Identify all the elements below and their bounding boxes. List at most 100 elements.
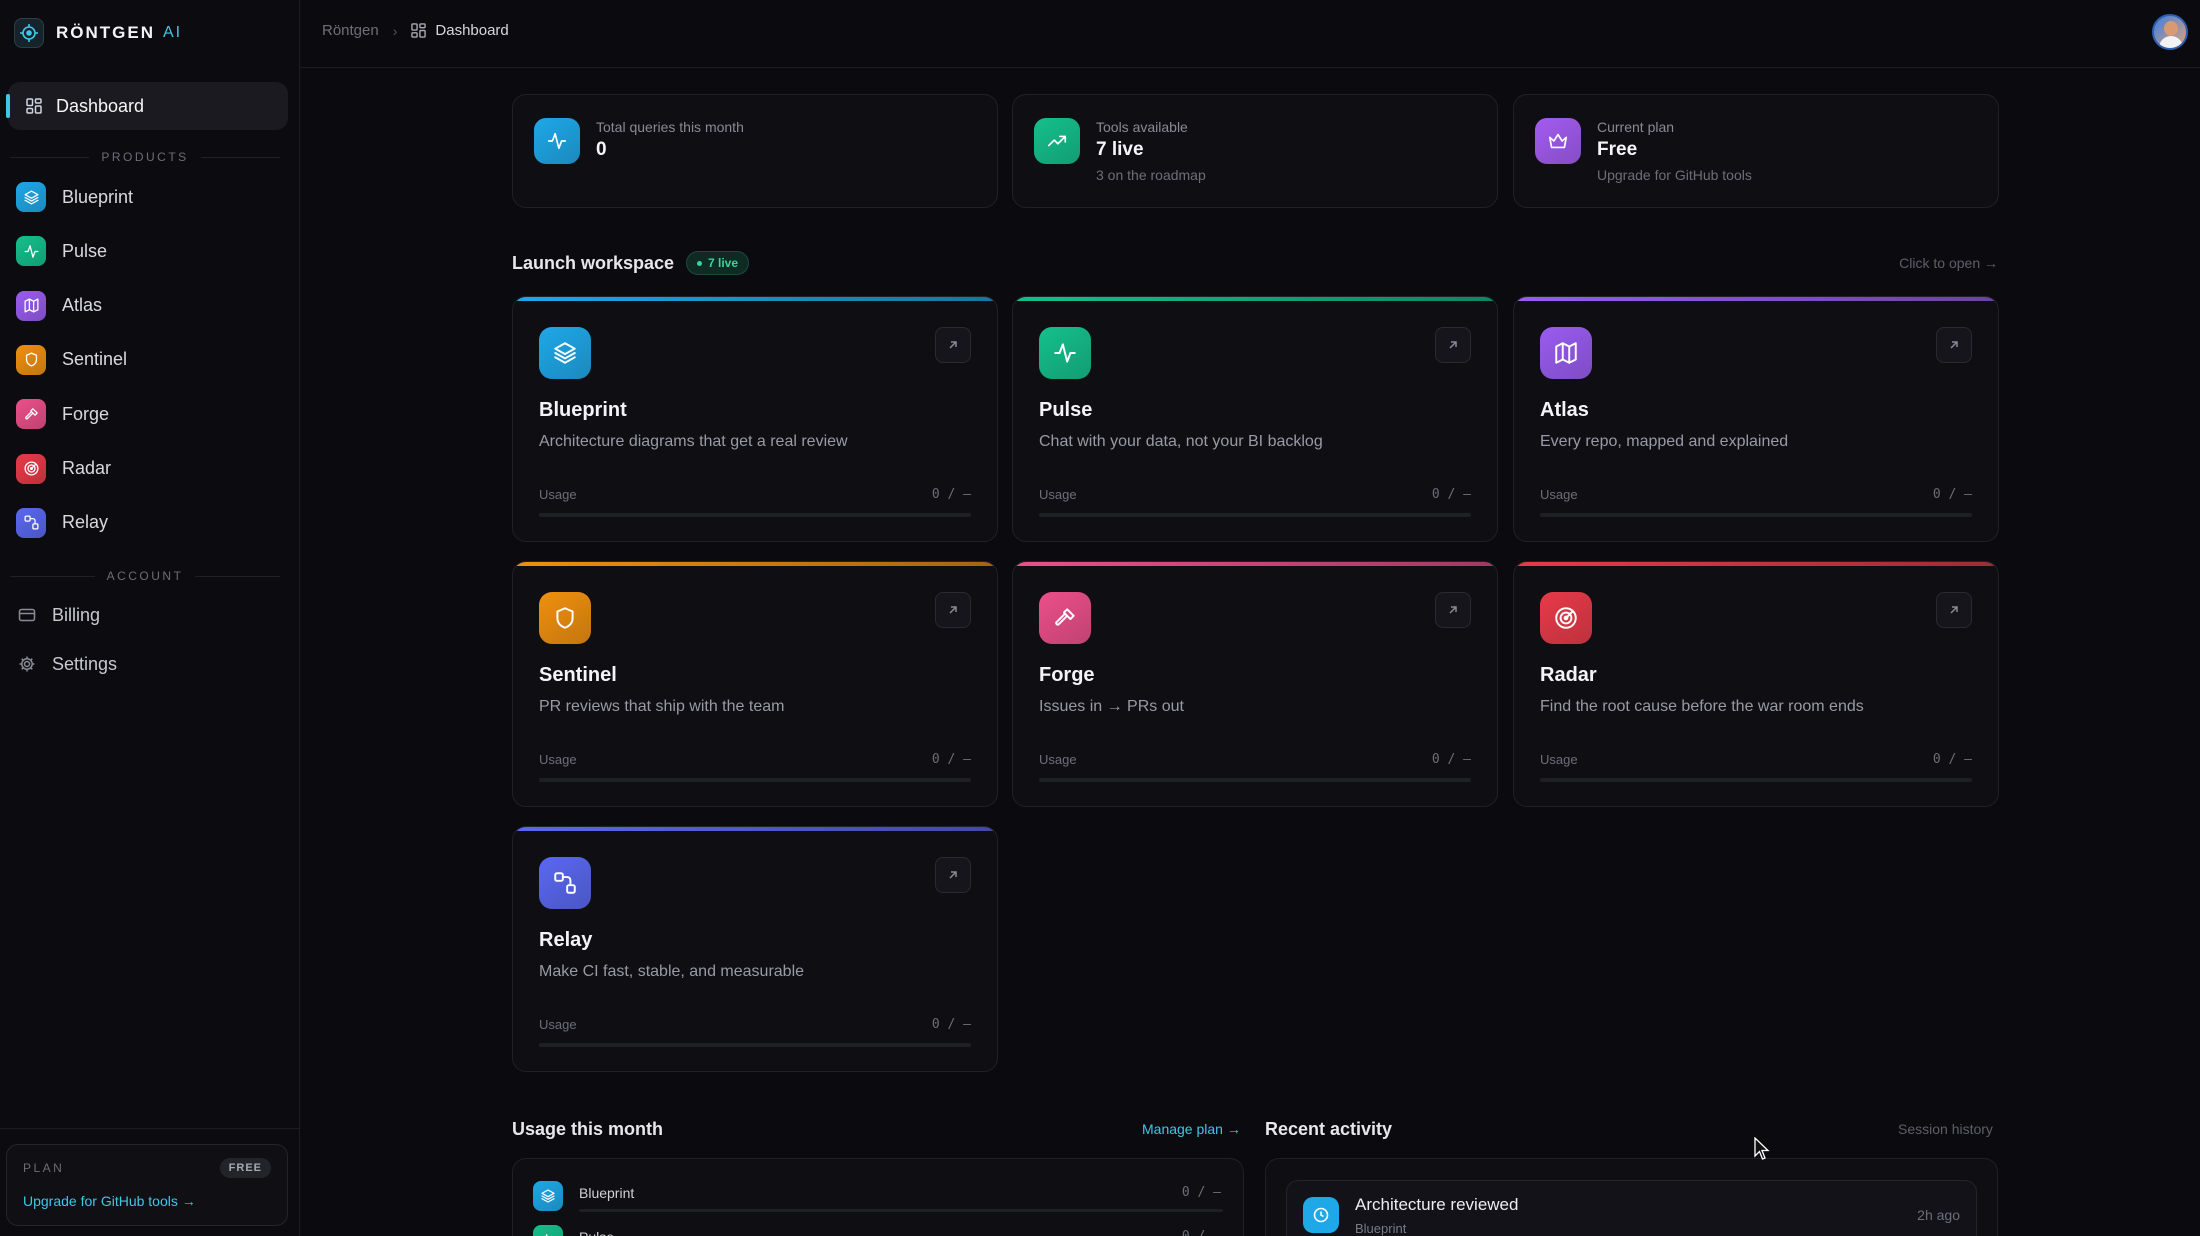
- usage-bar: [1039, 778, 1471, 782]
- live-badge: 7 live: [686, 251, 750, 275]
- activity-title: Architecture reviewed: [1355, 1195, 1519, 1214]
- open-external-button[interactable]: [1435, 327, 1471, 363]
- section-label: ACCOUNT: [106, 569, 184, 583]
- arrow-up-right-icon: [1446, 338, 1460, 352]
- tool-card-blueprint[interactable]: Blueprint Architecture diagrams that get …: [512, 296, 998, 542]
- products-heading: PRODUCTS: [10, 150, 280, 164]
- usage-month-title: Usage this month: [512, 1119, 664, 1139]
- session-history-link[interactable]: Session history: [1898, 1121, 1993, 1137]
- stat-label: Total queries this month: [596, 119, 744, 135]
- avatar[interactable]: [2152, 14, 2188, 50]
- open-external-button[interactable]: [1936, 592, 1972, 628]
- tool-description: Issues in → PRs out: [1039, 698, 1184, 715]
- stat-card: Current plan Free Upgrade for GitHub tools: [1513, 94, 1999, 208]
- usage-row-bar: [579, 1209, 1223, 1212]
- sidebar-item-pulse[interactable]: Pulse: [16, 231, 107, 271]
- crown-icon: [1535, 118, 1581, 164]
- card-accent: [1013, 297, 1497, 301]
- arrow-up-right-icon: [946, 603, 960, 617]
- sidebar-item-dashboard[interactable]: Dashboard: [6, 82, 288, 130]
- brand[interactable]: RÖNTGEN AI: [14, 18, 182, 48]
- open-external-button[interactable]: [935, 327, 971, 363]
- usage-row: Pulse 0 / –: [533, 1223, 1223, 1236]
- stat-subtext: 3 on the roadmap: [1096, 167, 1206, 183]
- sidebar-item-atlas[interactable]: Atlas: [16, 286, 102, 326]
- arrow-up-right-icon: [946, 338, 960, 352]
- breadcrumb: Röntgen › Dashboard: [322, 22, 509, 39]
- clock-icon: [1303, 1197, 1339, 1233]
- tool-card-forge[interactable]: Forge Issues in → PRs out Usage 0 / –: [1012, 561, 1498, 807]
- stat-value: 7 live: [1096, 139, 1144, 160]
- open-external-button[interactable]: [1936, 327, 1972, 363]
- card-accent: [1013, 562, 1497, 566]
- usage-label: Usage: [539, 487, 577, 502]
- recent-activity-title: Recent activity: [1265, 1119, 1393, 1139]
- tool-name: Radar: [1540, 664, 1597, 686]
- open-external-button[interactable]: [935, 857, 971, 893]
- live-badge-label: 7 live: [708, 256, 739, 270]
- card-accent: [1514, 562, 1998, 566]
- tool-card-atlas[interactable]: Atlas Every repo, mapped and explained Usa…: [1513, 296, 1999, 542]
- sidebar: RÖNTGEN AI Dashboard PRODUCTS Blueprint P…: [0, 0, 300, 1236]
- activity-time: 2h ago: [1917, 1207, 1960, 1223]
- tool-card-relay[interactable]: Relay Make CI fast, stable, and measurabl…: [512, 826, 998, 1072]
- chevron-right-icon: ›: [392, 22, 398, 39]
- sidebar-item-sentinel[interactable]: Sentinel: [16, 340, 127, 380]
- manage-plan-link[interactable]: Manage plan →: [1142, 1121, 1241, 1137]
- usage-row-count: 0 / –: [1182, 1229, 1221, 1236]
- sidebar-item-settings[interactable]: Settings: [18, 649, 117, 679]
- usage-count: 0 / –: [931, 1017, 971, 1032]
- tool-description: Find the root cause before the war room …: [1540, 698, 1864, 715]
- open-external-button[interactable]: [935, 592, 971, 628]
- gear-icon: [18, 655, 36, 673]
- tool-card-radar[interactable]: Radar Find the root cause before the war …: [1513, 561, 1999, 807]
- arrow-up-right-icon: [1947, 603, 1961, 617]
- tool-name: Sentinel: [539, 664, 617, 686]
- grid-icon: [26, 98, 42, 114]
- sidebar-item-label: Blueprint: [62, 186, 134, 207]
- sidebar-item-label: Dashboard: [56, 95, 145, 116]
- stat-card: Tools available 7 live 3 on the roadmap: [1012, 94, 1498, 208]
- upgrade-link[interactable]: Upgrade for GitHub tools →: [23, 1193, 196, 1209]
- card-accent: [513, 562, 997, 566]
- usage-row-name: Pulse: [579, 1229, 614, 1236]
- activity-icon: [533, 1225, 563, 1236]
- activity-icon: [16, 236, 46, 267]
- sidebar-item-billing[interactable]: Billing: [18, 600, 100, 630]
- breadcrumb-root[interactable]: Röntgen: [322, 22, 379, 39]
- sidebar-item-forge[interactable]: Forge: [16, 394, 109, 434]
- plan-badge: FREE: [219, 1158, 271, 1178]
- tool-description: Architecture diagrams that get a real re…: [539, 433, 848, 450]
- map-icon: [1540, 327, 1592, 379]
- plan-card[interactable]: PLAN FREE Upgrade for GitHub tools →: [6, 1144, 288, 1226]
- stat-card: Total queries this month 0: [512, 94, 998, 208]
- usage-count: 0 / –: [1431, 752, 1471, 767]
- tool-description: Chat with your data, not your BI backlog: [1039, 433, 1323, 450]
- map-icon: [16, 290, 46, 321]
- credit-card-icon: [18, 606, 36, 624]
- sidebar-item-radar[interactable]: Radar: [16, 449, 111, 489]
- sidebar-item-label: Atlas: [62, 295, 103, 316]
- usage-count: 0 / –: [1932, 487, 1972, 502]
- sidebar-item-relay[interactable]: Relay: [16, 503, 108, 543]
- usage-count: 0 / –: [931, 752, 971, 767]
- usage-bar: [1039, 513, 1471, 517]
- stat-subtext: Upgrade for GitHub tools: [1597, 167, 1752, 183]
- arrow-up-right-icon: [1446, 603, 1460, 617]
- sidebar-item-label: Forge: [62, 403, 110, 424]
- brand-name: RÖNTGEN: [56, 23, 155, 42]
- usage-label: Usage: [1540, 487, 1578, 502]
- open-external-button[interactable]: [1435, 592, 1471, 628]
- activity-item[interactable]: Architecture reviewed Blueprint 2h ago: [1286, 1180, 1977, 1236]
- relay-icon: [16, 507, 46, 538]
- tool-card-sentinel[interactable]: Sentinel PR reviews that ship with the te…: [512, 561, 998, 807]
- sidebar-item-label: Pulse: [62, 240, 108, 261]
- tool-card-pulse[interactable]: Pulse Chat with your data, not your BI ba…: [1012, 296, 1498, 542]
- trending-up-icon: [1034, 118, 1080, 164]
- breadcrumb-current-label: Dashboard: [435, 22, 509, 39]
- usage-count: 0 / –: [931, 487, 971, 502]
- layers-icon: [533, 1181, 563, 1211]
- layers-icon: [16, 182, 46, 212]
- sidebar-item-blueprint[interactable]: Blueprint: [16, 177, 133, 217]
- divider: [0, 1128, 300, 1129]
